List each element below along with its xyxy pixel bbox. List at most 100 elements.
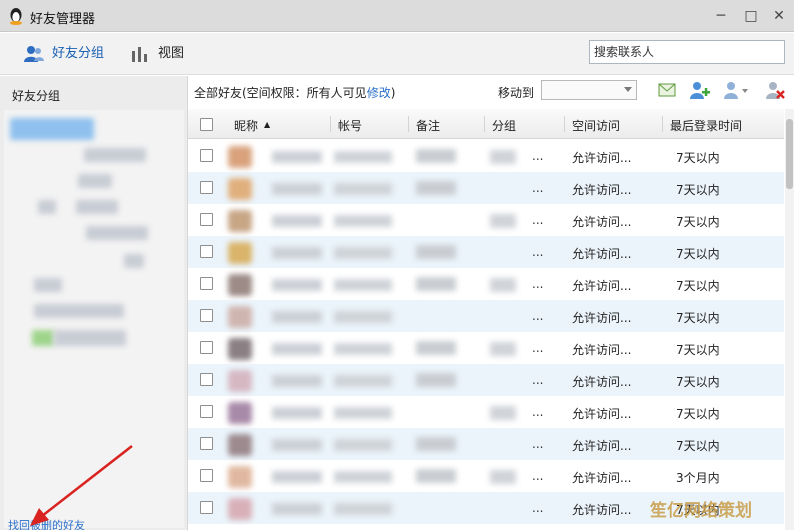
nickname-redacted <box>272 279 322 291</box>
modify-permission-link[interactable]: 修改 <box>367 86 391 100</box>
row-checkbox[interactable] <box>200 501 213 514</box>
tab-friend-groups[interactable]: 好友分组 <box>24 44 114 64</box>
row-checkbox[interactable] <box>200 309 213 322</box>
friend-table: 昵称 ▲ 帐号 备注 分组 空间访问 最后登录时间 ... 允许访问... 7天以内… <box>188 109 784 530</box>
group-redacted <box>490 150 516 164</box>
row-checkbox[interactable] <box>200 181 213 194</box>
group-item[interactable] <box>124 254 144 268</box>
users-icon <box>24 46 44 62</box>
tab-view[interactable]: 视图 <box>130 44 200 64</box>
table-row[interactable]: ... 允许访问... 3个月内 <box>188 460 784 492</box>
group-item[interactable] <box>34 278 62 292</box>
row-checkbox[interactable] <box>200 341 213 354</box>
group-item[interactable] <box>54 330 126 346</box>
group-item[interactable] <box>34 304 124 318</box>
nickname-redacted <box>272 471 322 483</box>
account-redacted <box>334 311 392 323</box>
permission-close-paren: ) <box>390 86 396 100</box>
account-redacted <box>334 247 392 259</box>
group-item[interactable] <box>84 148 146 162</box>
table-row[interactable]: ... 允许访问... 7天以内 <box>188 428 784 460</box>
watermark: 笙亿网络策划 <box>650 501 752 521</box>
group-overflow: ... <box>532 405 544 419</box>
remark-redacted <box>416 469 456 483</box>
remark-redacted <box>416 341 456 355</box>
space-access-cell[interactable]: 允许访问... <box>572 341 631 358</box>
group-redacted <box>490 470 516 484</box>
table-row[interactable]: ... 允许访问... 7天以内 <box>188 140 784 172</box>
add-friend-icon[interactable] <box>688 80 710 100</box>
close-button[interactable]: ✕ <box>768 6 790 26</box>
row-checkbox[interactable] <box>200 213 213 226</box>
nickname-redacted <box>272 407 322 419</box>
select-all-checkbox[interactable] <box>200 118 213 131</box>
group-item[interactable] <box>32 330 54 346</box>
table-row[interactable]: ... 允许访问... 7天以内 <box>188 268 784 300</box>
send-message-icon[interactable] <box>656 80 678 100</box>
remark-redacted <box>416 373 456 387</box>
space-access-cell[interactable]: 允许访问... <box>572 405 631 422</box>
move-friend-icon[interactable] <box>722 80 750 100</box>
space-access-cell[interactable]: 允许访问... <box>572 181 631 198</box>
remark-redacted <box>416 277 456 291</box>
space-access-cell[interactable]: 允许访问... <box>572 277 631 294</box>
column-header-group[interactable]: 分组 <box>492 117 516 134</box>
column-header-remark[interactable]: 备注 <box>416 117 440 134</box>
nickname-redacted <box>272 375 322 387</box>
row-checkbox[interactable] <box>200 149 213 162</box>
restore-deleted-friends-link[interactable]: 找回被删的好友 <box>8 517 85 530</box>
column-divider[interactable] <box>330 116 331 132</box>
avatar <box>228 498 252 520</box>
row-checkbox[interactable] <box>200 245 213 258</box>
avatar <box>228 242 252 264</box>
last-login-cell: 7天以内 <box>676 439 720 453</box>
search-input[interactable] <box>589 40 785 64</box>
column-header-space-access[interactable]: 空间访问 <box>572 117 620 134</box>
group-tree[interactable] <box>4 110 184 528</box>
row-checkbox[interactable] <box>200 277 213 290</box>
column-divider[interactable] <box>662 116 663 132</box>
space-access-cell[interactable]: 允许访问... <box>572 213 631 230</box>
table-row[interactable]: ... 允许访问... 7天以内 <box>188 172 784 204</box>
table-row[interactable]: ... 允许访问... 7天以内 <box>188 300 784 332</box>
avatar <box>228 146 252 168</box>
space-access-cell[interactable]: 允许访问... <box>572 245 631 262</box>
space-access-cell[interactable]: 允许访问... <box>572 437 631 454</box>
column-divider[interactable] <box>484 116 485 132</box>
group-overflow: ... <box>532 181 544 195</box>
maximize-button[interactable]: □ <box>740 6 762 26</box>
move-to-select[interactable] <box>541 80 637 100</box>
row-checkbox[interactable] <box>200 469 213 482</box>
table-row[interactable]: ... 允许访问... 7天以内 <box>188 236 784 268</box>
vertical-scrollbar[interactable] <box>785 109 794 530</box>
account-redacted <box>334 503 392 515</box>
group-redacted <box>490 278 516 292</box>
group-item[interactable] <box>78 174 112 188</box>
scrollbar-thumb[interactable] <box>786 119 793 189</box>
column-header-account[interactable]: 帐号 <box>338 117 362 134</box>
space-access-cell[interactable]: 允许访问... <box>572 149 631 166</box>
space-access-cell[interactable]: 允许访问... <box>572 501 631 518</box>
row-checkbox[interactable] <box>200 437 213 450</box>
group-item[interactable] <box>86 226 148 240</box>
minimize-button[interactable]: ─ <box>710 6 732 26</box>
table-row[interactable]: ... 允许访问... 7天以内 <box>188 204 784 236</box>
column-header-last-login[interactable]: 最后登录时间 <box>670 117 742 134</box>
group-item[interactable] <box>76 200 118 214</box>
group-item[interactable] <box>38 200 56 214</box>
space-access-cell[interactable]: 允许访问... <box>572 469 631 486</box>
space-access-cell[interactable]: 允许访问... <box>572 309 631 326</box>
column-divider[interactable] <box>564 116 565 132</box>
delete-friend-icon[interactable] <box>764 80 786 100</box>
table-row[interactable]: ... 允许访问... 7天以内 <box>188 364 784 396</box>
table-row[interactable]: ... 允许访问... 7天以内 <box>188 332 784 364</box>
move-to-label: 移动到 <box>498 86 535 100</box>
table-row[interactable]: ... 允许访问... 7天以内 <box>188 396 784 428</box>
space-access-cell[interactable]: 允许访问... <box>572 373 631 390</box>
column-divider[interactable] <box>408 116 409 132</box>
column-header-nickname[interactable]: 昵称 <box>234 117 258 134</box>
row-checkbox[interactable] <box>200 373 213 386</box>
group-item-selected[interactable] <box>10 118 94 140</box>
row-checkbox[interactable] <box>200 405 213 418</box>
friend-list-panel: 全部好友(空间权限：所有人可见修改) 移动到 昵称 ▲ 帐号 备注 分组 空间访… <box>188 76 794 530</box>
